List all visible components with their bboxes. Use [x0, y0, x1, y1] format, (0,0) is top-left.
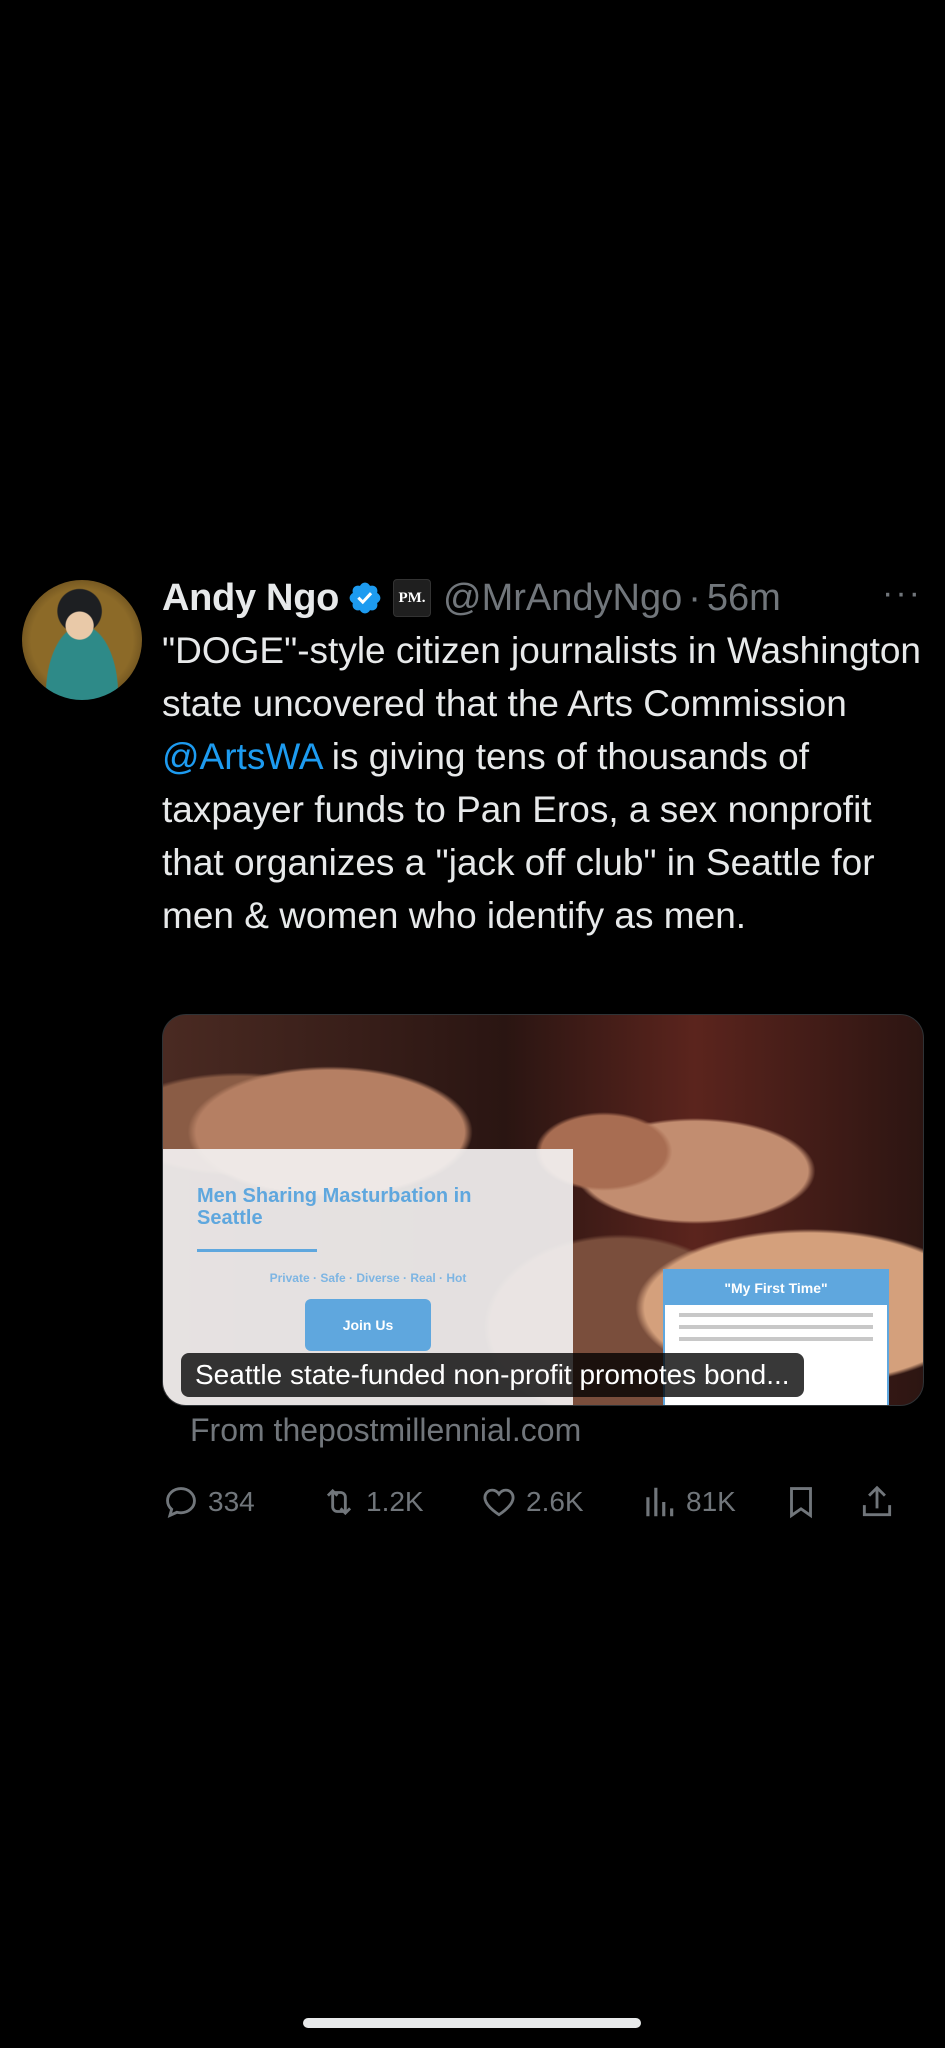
- share-button[interactable]: [858, 1483, 896, 1521]
- view-count: 81K: [686, 1486, 736, 1517]
- repost-button[interactable]: 1.2K: [320, 1483, 480, 1521]
- author-name[interactable]: Andy Ngo: [162, 577, 339, 620]
- link-card-title[interactable]: Seattle state-funded non-profit promotes…: [181, 1353, 804, 1397]
- tweet-text: "DOGE"-style citizen journalists in Wash…: [162, 624, 922, 942]
- bookmark-icon: [790, 1487, 812, 1519]
- author-handle[interactable]: @MrAndyNgo: [443, 577, 682, 620]
- bookmark-button[interactable]: [782, 1483, 858, 1521]
- website-tagline: Private · Safe · Diverse · Real · Hot: [269, 1271, 467, 1285]
- text-line: [679, 1325, 873, 1329]
- more-options-icon[interactable]: ···: [882, 574, 922, 613]
- like-count: 2.6K: [526, 1486, 584, 1517]
- action-bar: 334 1.2K 2.6K 81K: [162, 1476, 922, 1528]
- testimonial-card-title: "My First Time": [665, 1271, 887, 1305]
- views-icon: [646, 1487, 674, 1517]
- like-button[interactable]: 2.6K: [480, 1483, 640, 1521]
- website-heading: Men Sharing Masturbation in Seattle: [197, 1185, 472, 1229]
- reply-count: 334: [208, 1486, 255, 1517]
- text-line: [679, 1337, 873, 1341]
- reply-button[interactable]: 334: [162, 1483, 320, 1521]
- mention-link[interactable]: @ArtsWA: [162, 736, 322, 777]
- separator-dot: ·: [688, 576, 701, 619]
- reply-icon: [166, 1487, 196, 1519]
- repost-icon: [326, 1488, 352, 1516]
- text-line: [679, 1313, 873, 1317]
- like-icon: [483, 1488, 515, 1517]
- tweet-header: Andy Ngo PM. @MrAndyNgo · 56m ···: [162, 570, 922, 626]
- link-card-media[interactable]: Men Sharing Masturbation in Seattle Priv…: [162, 1014, 924, 1406]
- affiliation-badge[interactable]: PM.: [393, 579, 432, 617]
- author-avatar[interactable]: [22, 580, 142, 700]
- tweet-text-part1: "DOGE"-style citizen journalists in Wash…: [162, 630, 922, 724]
- views-button[interactable]: 81K: [640, 1483, 782, 1521]
- website-join-button: Join Us: [305, 1299, 431, 1351]
- verified-badge-icon: [349, 582, 381, 614]
- link-source[interactable]: From thepostmillennial.com: [190, 1412, 581, 1449]
- website-divider: [197, 1249, 317, 1252]
- share-icon: [862, 1485, 892, 1517]
- tweet-timestamp[interactable]: 56m: [707, 577, 781, 620]
- repost-count: 1.2K: [366, 1486, 424, 1517]
- home-indicator[interactable]: [303, 2018, 641, 2028]
